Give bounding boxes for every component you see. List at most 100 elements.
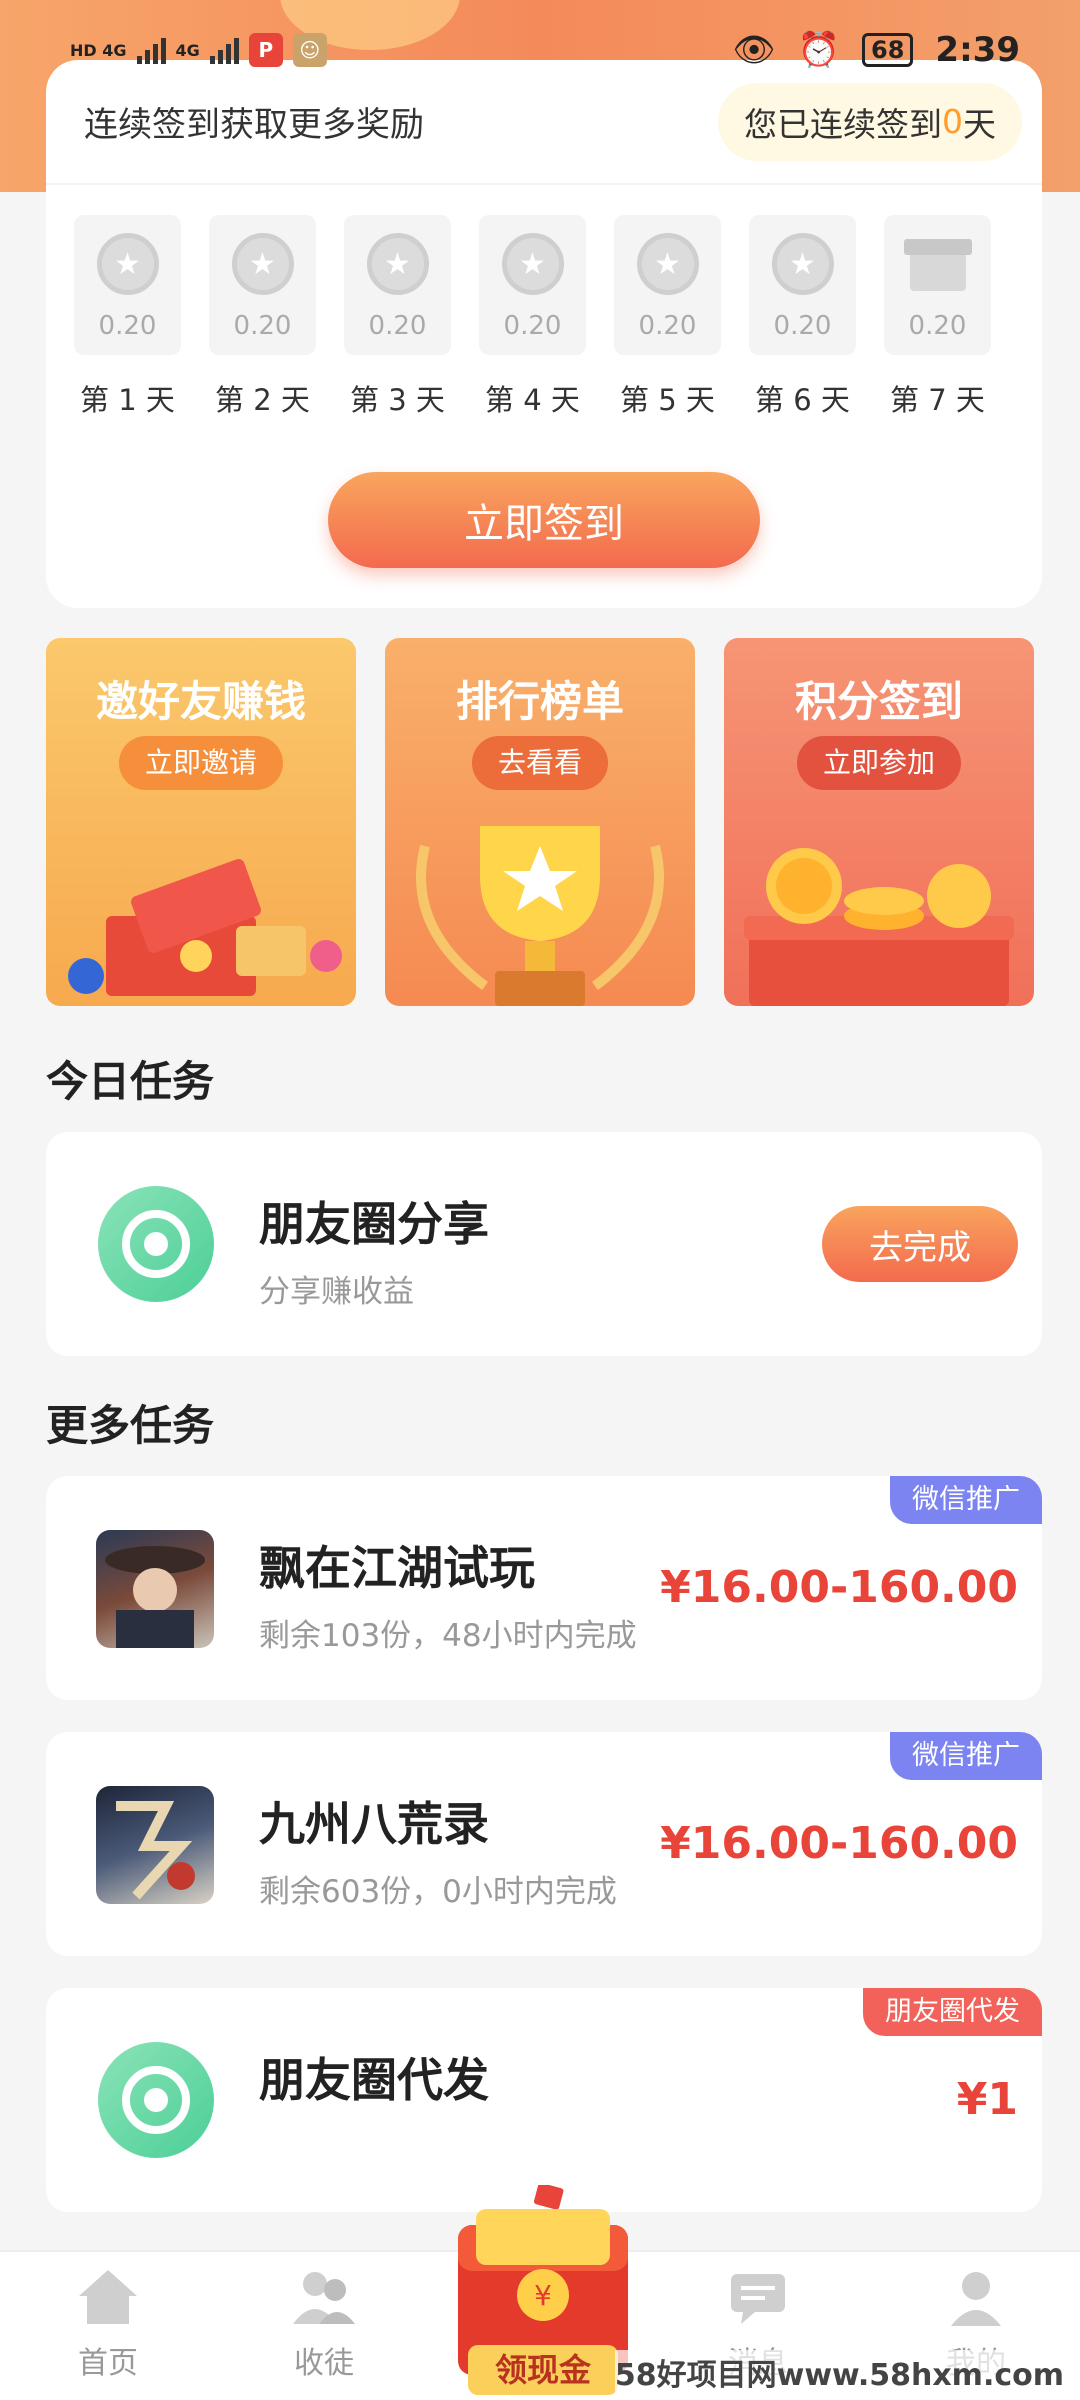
- profile-icon: [951, 2272, 1001, 2326]
- promo-points-checkin[interactable]: 积分签到 立即参加: [724, 638, 1034, 1006]
- status-right: 👁 ⏰ 68 2:39: [733, 30, 1021, 70]
- day-reward-box: ★ 0.20: [74, 215, 181, 355]
- checkin-day: ★ 0.20 第 5 天: [614, 215, 721, 419]
- camera-shutter-icon: [98, 2042, 214, 2158]
- day-reward-box: 0.20: [884, 215, 991, 355]
- day-amount: 0.20: [368, 311, 427, 341]
- day-label: 第 2 天: [215, 383, 310, 417]
- checkin-card: 连续签到获取更多奖励 您已连续签到 0 天 ★ 0.20 第 1 天 ★ 0.20 第 …: [46, 60, 1042, 608]
- reward-price: ¥16.00-160.00: [660, 1562, 1018, 1613]
- get-cash-button[interactable]: ¥ 领现金: [448, 2182, 638, 2400]
- day-reward-box: ★ 0.20: [749, 215, 856, 355]
- promo-tag: 微信推广: [890, 1732, 1042, 1780]
- promo-tag: 微信推广: [890, 1476, 1042, 1524]
- checkin-day: ★ 0.20 第 4 天: [479, 215, 586, 419]
- day-amount: 0.20: [638, 311, 697, 341]
- star-coin-icon: ★: [231, 233, 294, 295]
- reward-price: ¥16.00-160.00: [660, 1818, 1018, 1869]
- view-leaderboard-button[interactable]: 去看看: [471, 736, 609, 790]
- get-cash-label: 领现金: [495, 2351, 592, 2389]
- task-name: 九州八荒录: [259, 1797, 489, 1851]
- game-icon: [96, 1786, 214, 1904]
- streak-prefix: 您已连续签到: [744, 104, 942, 144]
- checkin-button[interactable]: 立即签到: [328, 472, 760, 568]
- star-coin-icon: ★: [96, 233, 159, 295]
- complete-task-button[interactable]: 去完成: [822, 1206, 1018, 1282]
- promo-title: 排行榜单: [455, 677, 624, 726]
- app-notification-icon: P: [248, 33, 283, 67]
- home-icon: [79, 2270, 137, 2324]
- task-name: 朋友圈代发: [259, 2053, 489, 2107]
- today-tasks-title: 今日任务: [46, 1057, 215, 1106]
- task-subtitle: 剩余603份，0小时内完成: [259, 1874, 617, 1910]
- day-amount: 0.20: [773, 311, 832, 341]
- checkin-day: ★ 0.20 第 2 天: [209, 215, 316, 419]
- trophy-icon: [416, 826, 664, 1006]
- app-notification-icon-2: ☺: [292, 33, 327, 67]
- coin-chest-icon: [744, 848, 1014, 1006]
- clock: 2:39: [935, 30, 1020, 70]
- alarm-icon: ⏰: [797, 30, 841, 70]
- task-subtitle: 剩余103份，48小时内完成: [259, 1618, 637, 1654]
- day-label: 第 4 天: [485, 383, 580, 417]
- checkin-day: 0.20 第 7 天: [884, 215, 991, 419]
- day-reward-box: ★ 0.20: [344, 215, 451, 355]
- message-icon: [731, 2274, 785, 2324]
- day-label: 第 5 天: [620, 383, 715, 417]
- checkin-day: ★ 0.20 第 1 天: [74, 215, 181, 419]
- status-bar: HD 4G 4G P ☺ 👁 ⏰ 68 2:39: [0, 0, 1080, 100]
- red-envelope-gift-icon: [68, 858, 342, 996]
- signal-icon-2: [209, 36, 239, 64]
- svg-text:¥: ¥: [534, 2279, 552, 2312]
- day-reward-box: ★ 0.20: [614, 215, 721, 355]
- day-amount: 0.20: [908, 311, 967, 341]
- nav-apprentice[interactable]: 收徒: [254, 2266, 394, 2382]
- join-now-button[interactable]: 立即参加: [796, 736, 962, 790]
- star-coin-icon: ★: [771, 233, 834, 295]
- watermark: 58好项目网www.58hxm.com: [614, 2350, 1064, 2394]
- status-left: HD 4G 4G P ☺: [70, 33, 327, 67]
- red-envelope-icon: ¥ 领现金: [458, 2182, 628, 2395]
- star-coin-icon: ★: [636, 233, 699, 295]
- day-label: 第 6 天: [755, 383, 850, 417]
- day-amount: 0.20: [98, 311, 157, 341]
- promo-leaderboard[interactable]: 排行榜单 去看看: [385, 638, 695, 1006]
- invite-now-button[interactable]: 立即邀请: [118, 736, 284, 790]
- day-reward-box: ★ 0.20: [209, 215, 316, 355]
- checkin-day: ★ 0.20 第 3 天: [344, 215, 451, 419]
- reward-price: ¥1: [956, 2074, 1018, 2125]
- checkin-day: ★ 0.20 第 6 天: [749, 215, 856, 419]
- task-name: 朋友圈分享: [259, 1197, 489, 1251]
- day-amount: 0.20: [503, 311, 562, 341]
- promo-title: 邀好友赚钱: [95, 677, 306, 726]
- task-name: 飘在江湖试玩: [259, 1541, 535, 1595]
- users-icon: [293, 2272, 355, 2324]
- more-tasks-title: 更多任务: [46, 1401, 215, 1450]
- task-card-moments-post[interactable]: 朋友圈代发 ¥1 朋友圈代发: [46, 1988, 1042, 2212]
- day-amount: 0.20: [233, 311, 292, 341]
- task-card-game-trial-2[interactable]: 九州八荒录 剩余603份，0小时内完成 ¥16.00-160.00 微信推广: [46, 1732, 1042, 1956]
- eye-icon: 👁: [732, 30, 776, 70]
- nav-label: 收徒: [294, 2346, 354, 2381]
- battery-level: 68: [862, 33, 914, 67]
- day-reward-box: ★ 0.20: [479, 215, 586, 355]
- task-card-game-trial-1[interactable]: 飘在江湖试玩 剩余103份，48小时内完成 ¥16.00-160.00 微信推广: [46, 1476, 1042, 1700]
- star-coin-icon: ★: [501, 233, 564, 295]
- checkin-days: ★ 0.20 第 1 天 ★ 0.20 第 2 天 ★ 0.20 第 3 天 ★ 0.2…: [74, 215, 991, 419]
- nav-home[interactable]: 首页: [38, 2266, 178, 2382]
- network-label-1: HD 4G: [70, 40, 127, 60]
- promo-title: 积分签到: [794, 677, 963, 726]
- streak-days: 0: [942, 102, 963, 141]
- camera-shutter-icon: [98, 1186, 214, 1302]
- day-label: 第 3 天: [350, 383, 445, 417]
- task-card-moments-share[interactable]: 朋友圈分享 分享赚收益 去完成: [46, 1132, 1042, 1356]
- star-coin-icon: ★: [366, 233, 429, 295]
- day-label: 第 7 天: [890, 383, 985, 417]
- signal-icon: [136, 36, 166, 64]
- gift-box-icon: [898, 233, 978, 295]
- game-icon: [96, 1530, 214, 1648]
- streak-suffix: 天: [963, 104, 996, 144]
- nav-label: 首页: [78, 2346, 138, 2381]
- promo-tag: 朋友圈代发: [863, 1988, 1042, 2036]
- promo-invite-friends[interactable]: 邀好友赚钱 立即邀请: [46, 638, 356, 1006]
